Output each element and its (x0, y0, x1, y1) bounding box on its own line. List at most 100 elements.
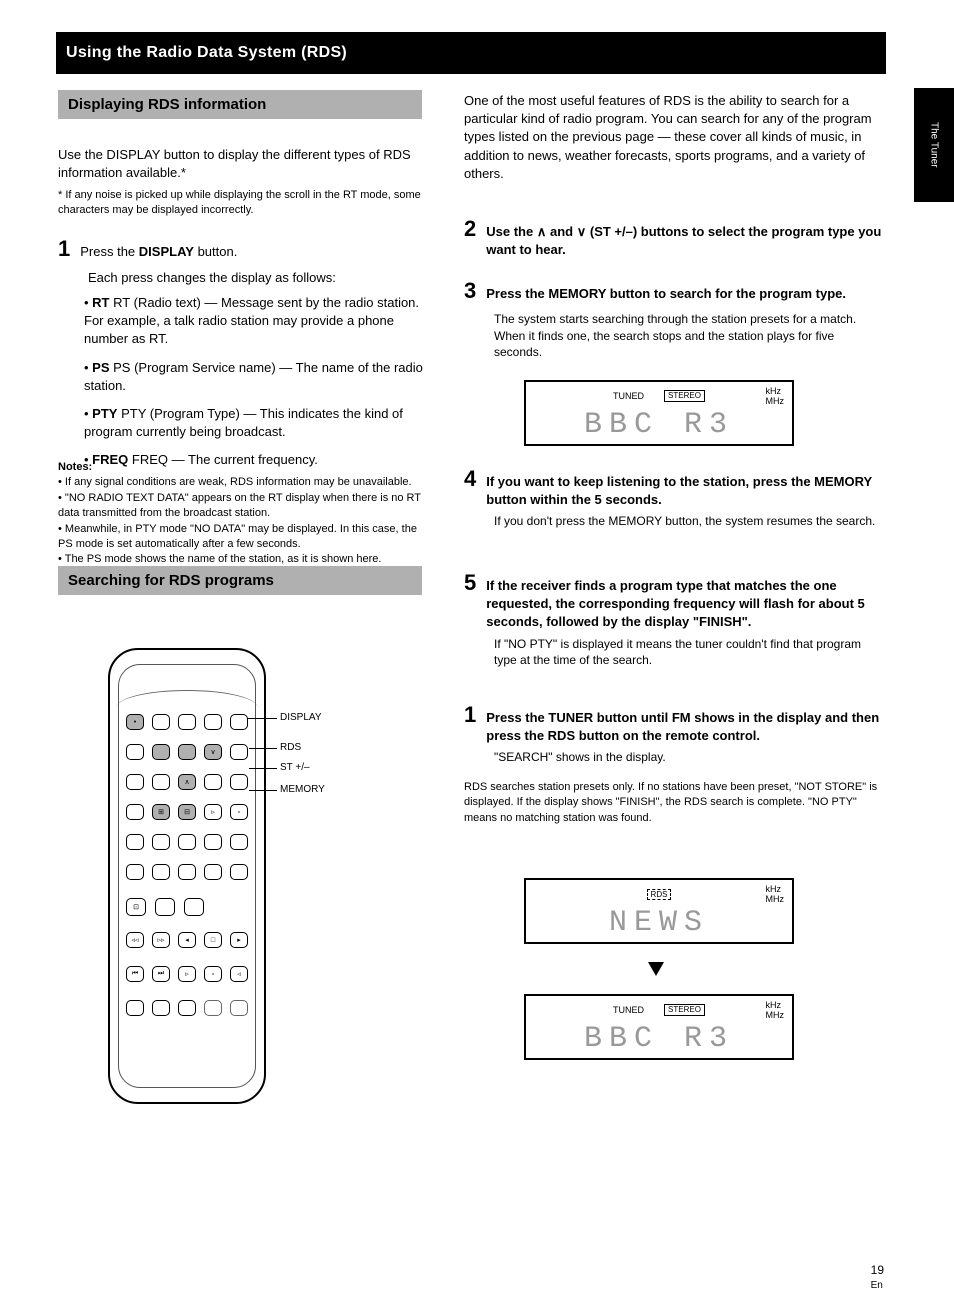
btn-r9-5[interactable]: ◃ (230, 966, 248, 982)
btn-r4-2[interactable]: ⊞ (152, 804, 170, 820)
note0: If any signal conditions are weak, RDS i… (65, 476, 412, 488)
btn-r7-1[interactable]: ⊡ (126, 898, 146, 916)
banner-title: Using the Radio Data System (RDS) (66, 44, 347, 62)
note1: "NO RADIO TEXT DATA" appears on the RT d… (58, 492, 421, 519)
btn-r5-2[interactable] (152, 834, 170, 850)
btn-r5-1[interactable] (126, 834, 144, 850)
list2: PTY (Program Type) — This indicates the … (84, 406, 403, 439)
remote-row-5 (126, 834, 248, 850)
section1-intro: Use the DISPLAY button to display the di… (58, 146, 423, 182)
memory-button[interactable] (178, 744, 196, 760)
caret-down-icon (577, 224, 587, 239)
line-memory (249, 790, 277, 791)
btn-r1-3[interactable] (178, 714, 196, 730)
btn-r1-2[interactable] (152, 714, 170, 730)
s2s1-detail: "SEARCH" shows in the display. (494, 749, 884, 766)
step1-bold: DISPLAY (139, 244, 194, 259)
st-minus-button[interactable]: ∨ (204, 744, 222, 760)
section2-step5: 5 If the receiver finds a program type t… (464, 568, 884, 669)
btn-r5-4[interactable] (204, 834, 222, 850)
r4-detail: If you don't press the MEMORY button, th… (494, 513, 884, 530)
btn-r9-3[interactable]: ▹ (178, 966, 196, 982)
btn-r8-1[interactable]: ◃◃ (126, 932, 144, 948)
btn-r6-2[interactable] (152, 864, 170, 880)
lcd3-tuned: TUNED (613, 1005, 644, 1015)
btn-r5-5[interactable] (230, 834, 248, 850)
section2-step4: 4 If you want to keep listening to the s… (464, 464, 884, 530)
step-number: 1 (58, 234, 70, 265)
btn-r6-5[interactable] (230, 864, 248, 880)
note3: The PS mode shows the name of the statio… (65, 553, 382, 565)
display-button[interactable]: • (126, 714, 144, 730)
label-rds: RDS (280, 742, 301, 753)
remote-row-1: • (126, 714, 248, 730)
btn-r9-1[interactable]: ⏮ (126, 966, 144, 982)
section1-intro-text: Use the DISPLAY button to display the di… (58, 147, 411, 180)
s2s1-text: Press the TUNER button until FM shows in… (486, 709, 884, 745)
lcd3-khz: kHz (766, 1000, 782, 1010)
remote-row-8: ◃◃ ▹▹ ◂ □ ▸ (126, 932, 248, 948)
section1-step1: 1 Press the DISPLAY button. Each press c… (58, 234, 422, 287)
btn-r8-3[interactable]: ◂ (178, 932, 196, 948)
btn-r10-1[interactable] (126, 1000, 144, 1016)
btn-r7-2[interactable] (155, 898, 175, 916)
btn-r1-5[interactable] (230, 714, 248, 730)
r-step2-b: and (550, 224, 577, 239)
lcd2-text: NEWS (534, 906, 784, 940)
btn-r10-3[interactable] (178, 1000, 196, 1016)
section1-notes: Notes: • If any signal conditions are we… (58, 460, 423, 568)
section2-intro: One of the most useful features of RDS i… (464, 92, 884, 183)
section1-list: • RT RT (Radio text) — Message sent by t… (84, 294, 424, 470)
btn-r4-3[interactable]: ⊟ (178, 804, 196, 820)
btn-r8-5[interactable]: ▸ (230, 932, 248, 948)
btn-r4-5[interactable]: ▫ (230, 804, 248, 820)
section2-step2: 2 Use the and (ST +/–) buttons to select… (464, 214, 884, 259)
btn-r3-1[interactable] (126, 774, 144, 790)
btn-r6-1[interactable] (126, 864, 144, 880)
btn-r7-3[interactable] (184, 898, 204, 916)
label-memory: MEMORY (280, 784, 325, 795)
btn-r4-4[interactable]: ▹ (204, 804, 222, 820)
side-tab: The Tuner (914, 88, 954, 202)
btn-r4-1[interactable] (126, 804, 144, 820)
s2s1-num: 1 (464, 700, 476, 731)
remote-row-3: ∧ (126, 774, 248, 790)
lcd3-text: BBC R3 (534, 1022, 784, 1056)
btn-r6-4[interactable] (204, 864, 222, 880)
btn-r5-3[interactable] (178, 834, 196, 850)
list1: PS (Program Service name) — The name of … (84, 360, 423, 393)
page-title-banner: Using the Radio Data System (RDS) (56, 32, 886, 74)
btn-r9-4[interactable]: ▫ (204, 966, 222, 982)
btn-r9-2[interactable]: ⏭ (152, 966, 170, 982)
btn-r2-5[interactable] (230, 744, 248, 760)
btn-r3-2[interactable] (152, 774, 170, 790)
section2-heading-text: Searching for RDS programs (68, 572, 274, 589)
btn-r3-4[interactable] (204, 774, 222, 790)
btn-r8-2[interactable]: ▹▹ (152, 932, 170, 948)
section1-asterisk-note: * If any noise is picked up while displa… (58, 188, 423, 219)
r5-detail: If "NO PTY" is displayed it means the tu… (494, 636, 884, 670)
lcd-display-3: TUNED STEREO kHz MHz BBC R3 (524, 994, 794, 1060)
notes-label: Notes: (58, 461, 92, 473)
section1-heading-text: Displaying RDS information (68, 96, 266, 113)
btn-r10-4[interactable] (204, 1000, 222, 1016)
line-st (249, 768, 277, 769)
side-tab-label: The Tuner (929, 122, 940, 168)
btn-r2-1[interactable] (126, 744, 144, 760)
r3-num: 3 (464, 276, 476, 307)
btn-r10-2[interactable] (152, 1000, 170, 1016)
btn-r8-4[interactable]: □ (204, 932, 222, 948)
lcd-display-1: TUNED STEREO kHz MHz BBC R3 (524, 380, 794, 446)
lcd3-mhz: MHz (766, 1010, 785, 1020)
st-plus-button[interactable]: ∧ (178, 774, 196, 790)
btn-r6-3[interactable] (178, 864, 196, 880)
remote-row-9: ⏮ ⏭ ▹ ▫ ◃ (126, 966, 248, 982)
btn-r10-5[interactable] (230, 1000, 248, 1016)
rds-button[interactable] (152, 744, 170, 760)
btn-r1-4[interactable] (204, 714, 222, 730)
page-number: 19 En (871, 1263, 884, 1291)
lcd1-khz: kHz (766, 386, 782, 396)
r4-num: 4 (464, 464, 476, 495)
remote-control-diagram: • ∨ ∧ ⊞ ⊟ ▹ ▫ (108, 648, 266, 1104)
btn-r3-5[interactable] (230, 774, 248, 790)
